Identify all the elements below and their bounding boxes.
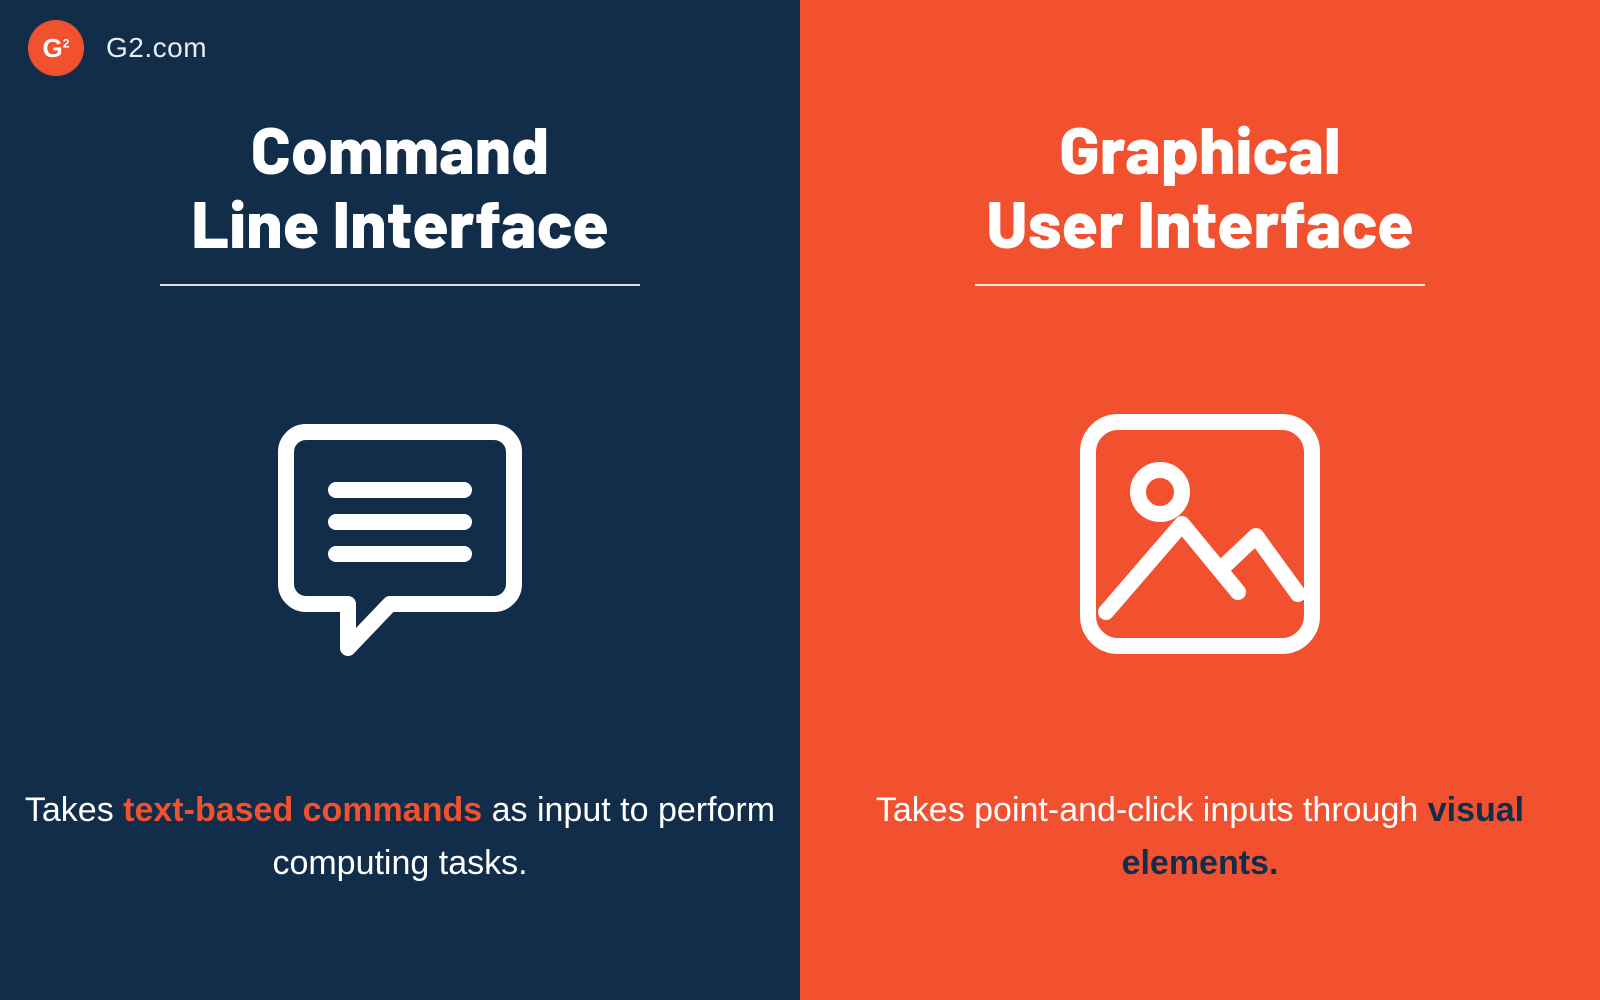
title-line1: Command (251, 109, 550, 188)
panel-cli-title: Command Line Interface (160, 112, 640, 260)
speech-bubble-icon (270, 404, 530, 664)
panel-gui-header: Graphical User Interface (975, 112, 1425, 286)
gui-icon-slot (1070, 374, 1330, 694)
brand-badge-sup: 2 (63, 36, 70, 50)
panel-gui-description: Takes point-and-click inputs through vis… (800, 784, 1600, 889)
divider (160, 284, 640, 286)
desc-pre: Takes (25, 791, 123, 829)
title-line1: Graphical (1059, 109, 1340, 188)
desc-emphasis: text-based commands (123, 791, 482, 829)
g2-logo-icon: G2 (28, 20, 84, 76)
panel-cli: G2 G2.com Command Line Interface (0, 0, 800, 1000)
brand-badge-g: G (43, 33, 63, 63)
title-line2: User Interface (986, 183, 1413, 262)
image-picture-icon (1070, 404, 1330, 664)
comparison-diagram: G2 G2.com Command Line Interface (0, 0, 1600, 1000)
divider (975, 284, 1425, 286)
panel-gui: Graphical User Interface Takes point-and… (800, 0, 1600, 1000)
desc-pre: Takes point-and-click inputs through (876, 791, 1428, 829)
panel-gui-title: Graphical User Interface (975, 112, 1425, 260)
cli-icon-slot (270, 374, 530, 694)
brand-label: G2.com (106, 32, 207, 64)
title-line2: Line Interface (191, 183, 608, 262)
panel-cli-header: Command Line Interface (160, 112, 640, 286)
brand: G2 G2.com (28, 20, 207, 76)
panel-cli-description: Takes text-based commands as input to pe… (0, 784, 800, 889)
